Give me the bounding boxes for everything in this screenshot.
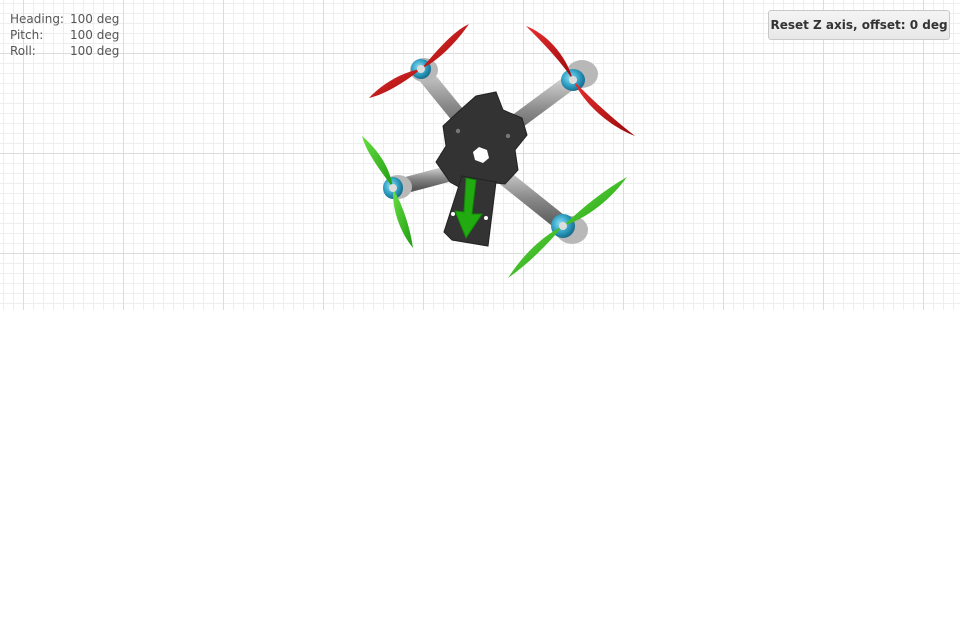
3d-viewport[interactable]: Heading: 100 deg Pitch: 100 deg Roll: 10… <box>0 0 960 310</box>
reset-z-axis-button[interactable]: Reset Z axis, offset: 0 deg <box>768 10 950 40</box>
heading-value: 100 deg <box>70 12 120 26</box>
heading-label: Heading: <box>10 12 64 26</box>
mount-hole <box>455 128 461 134</box>
pitch-value: 100 deg <box>70 28 120 42</box>
pitch-row: Pitch: 100 deg <box>10 27 119 43</box>
roll-value: 100 deg <box>70 44 120 58</box>
app: Heading: 100 deg Pitch: 100 deg Roll: 10… <box>0 0 960 640</box>
mount-hole <box>484 216 488 220</box>
attitude-readout: Heading: 100 deg Pitch: 100 deg Roll: 10… <box>10 11 119 59</box>
mount-hole <box>451 212 455 216</box>
roll-row: Roll: 100 deg <box>10 43 119 59</box>
mount-hole <box>505 133 511 139</box>
roll-label: Roll: <box>10 44 36 58</box>
heading-row: Heading: 100 deg <box>10 11 119 27</box>
quadcopter-model <box>362 24 635 278</box>
pitch-label: Pitch: <box>10 28 44 42</box>
